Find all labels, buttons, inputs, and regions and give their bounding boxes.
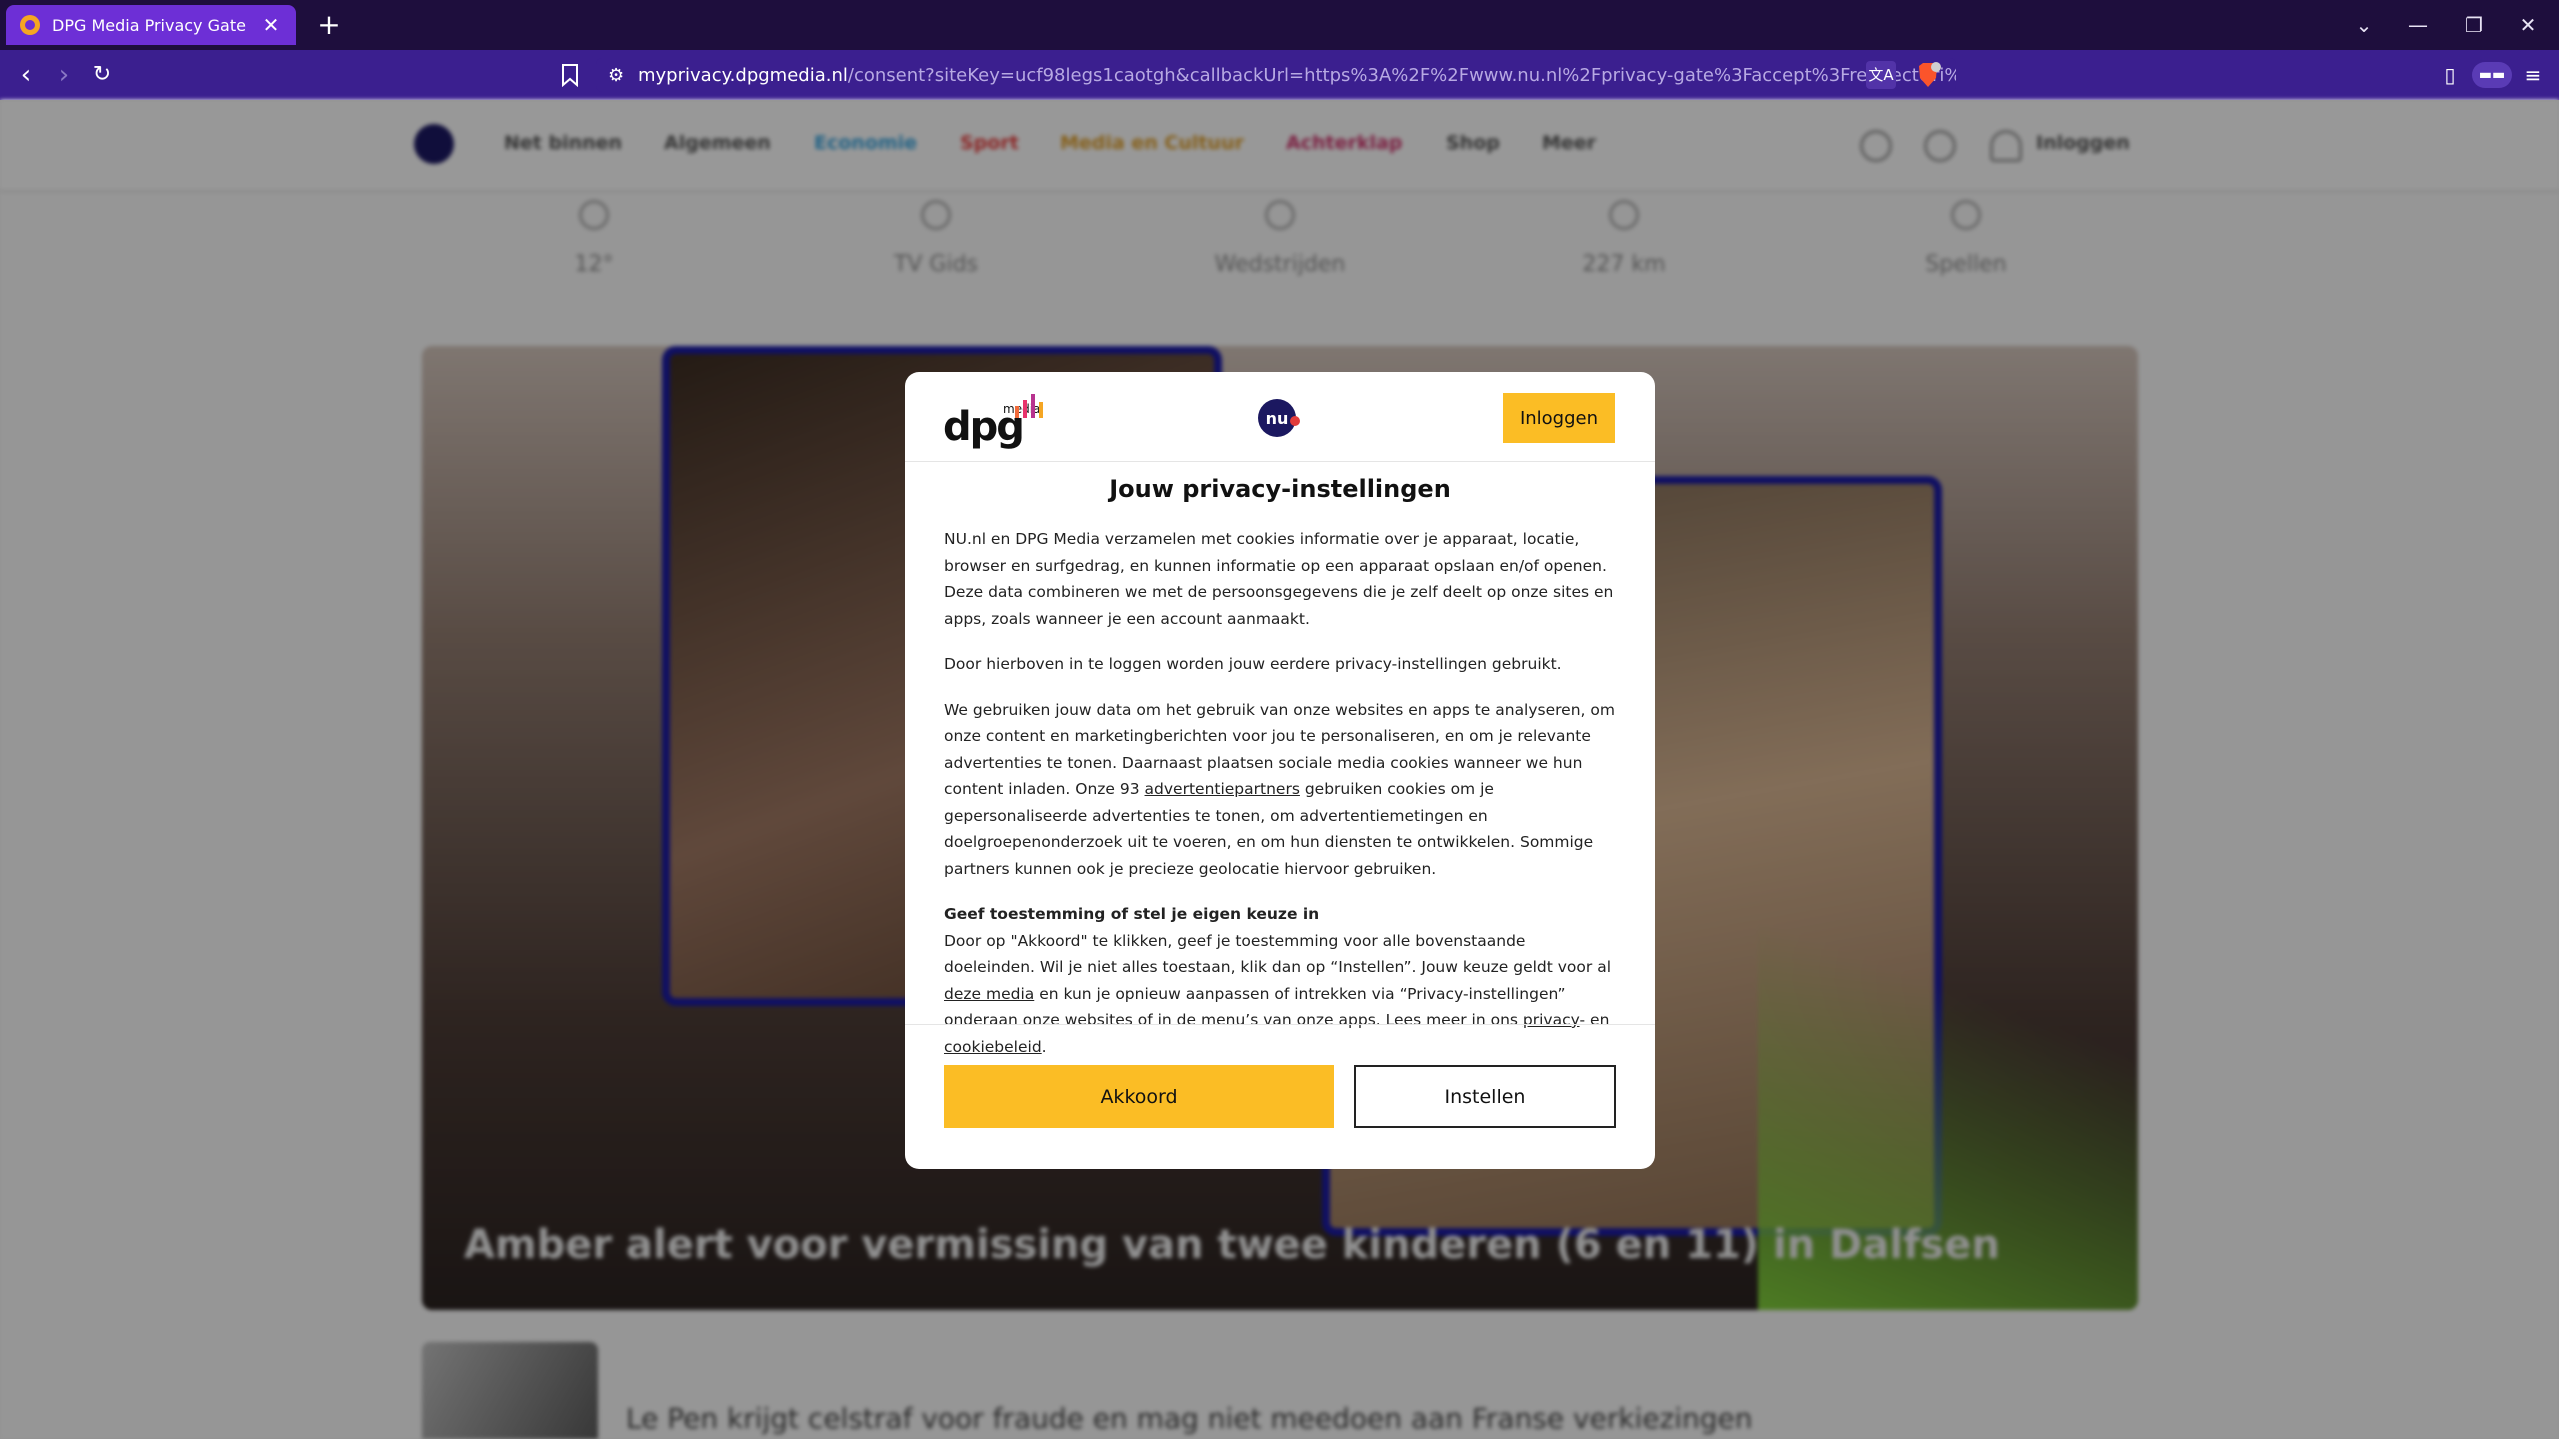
ad-partners-link[interactable]: advertentiepartners [1145, 780, 1300, 798]
forward-icon[interactable]: › [44, 50, 84, 100]
address-bar[interactable]: ⚙ myprivacy.dpgmedia.nl/consent?siteKey=… [596, 58, 1956, 92]
these-media-link[interactable]: deze media [944, 985, 1034, 1003]
window-close-button[interactable]: ✕ [2500, 0, 2556, 50]
tab-close-icon[interactable]: ✕ [260, 13, 282, 37]
text-span: Door op "Akkoord" te klikken, geef je to… [944, 931, 1612, 977]
window-restore-button[interactable]: ❐ [2446, 0, 2502, 50]
dialog-login-button[interactable]: Inloggen [1503, 393, 1615, 443]
dialog-body: NU.nl en DPG Media verzamelen met cookie… [944, 526, 1616, 1060]
wallet-icon[interactable]: ▬▬ [2472, 62, 2512, 88]
paragraph-data-usage: We gebruiken jouw data om het gebruik va… [944, 697, 1616, 883]
dialog-footer: Akkoord Instellen [905, 1024, 1655, 1169]
browser-tab-bar: DPG Media Privacy Gate ✕ + ⌄ — ❐ ✕ [0, 0, 2559, 50]
browser-tab-active[interactable]: DPG Media Privacy Gate ✕ [6, 5, 296, 45]
tab-title: DPG Media Privacy Gate [52, 15, 246, 35]
dpg-media-logo: dpg media [943, 390, 1053, 450]
reload-icon[interactable]: ↻ [82, 50, 122, 100]
dialog-title: Jouw privacy-instellingen [1109, 475, 1451, 503]
window-minimize-button[interactable]: — [2390, 0, 2446, 50]
url-text[interactable]: myprivacy.dpgmedia.nl/consent?siteKey=uc… [638, 65, 1956, 86]
svg-text:nu: nu [1266, 409, 1289, 428]
accept-button[interactable]: Akkoord [944, 1065, 1334, 1128]
url-host: myprivacy.dpgmedia.nl [638, 64, 848, 86]
url-path: /consent?siteKey=ucf98legs1caotgh&callba… [847, 64, 1956, 86]
tab-search-dropdown-icon[interactable]: ⌄ [2336, 0, 2392, 50]
browser-toolbar: ‹ › ↻ ⚙ myprivacy.dpgmedia.nl/consent?si… [0, 50, 2559, 100]
sidebar-toggle-icon[interactable]: ▯ [2430, 50, 2470, 100]
privacy-consent-dialog: dpg media nu Inloggen Jouw privacy-inste… [905, 372, 1655, 1169]
site-settings-icon[interactable]: ⚙ [608, 65, 638, 86]
brave-shields-icon[interactable] [1914, 61, 1942, 89]
back-icon[interactable]: ‹ [6, 50, 46, 100]
tab-favicon-icon [20, 15, 40, 35]
consent-heading: Geef toestemming of stel je eigen keuze … [944, 905, 1320, 923]
menu-icon[interactable]: ≡ [2513, 50, 2553, 100]
nu-logo-icon: nu [1258, 399, 1300, 437]
translate-icon[interactable]: 文A [1866, 61, 1896, 89]
text-span: en kun je opnieuw aanpassen of intrekken… [944, 984, 1566, 1030]
bookmark-icon[interactable] [560, 63, 580, 87]
paragraph-login-note: Door hierboven in te loggen worden jouw … [944, 655, 1562, 673]
new-tab-button[interactable]: + [312, 8, 346, 42]
paragraph-data-collection: NU.nl en DPG Media verzamelen met cookie… [944, 530, 1614, 628]
dpg-bars-icon [1015, 394, 1043, 418]
dialog-header: dpg media nu Inloggen [905, 372, 1655, 462]
settings-button[interactable]: Instellen [1354, 1065, 1616, 1128]
